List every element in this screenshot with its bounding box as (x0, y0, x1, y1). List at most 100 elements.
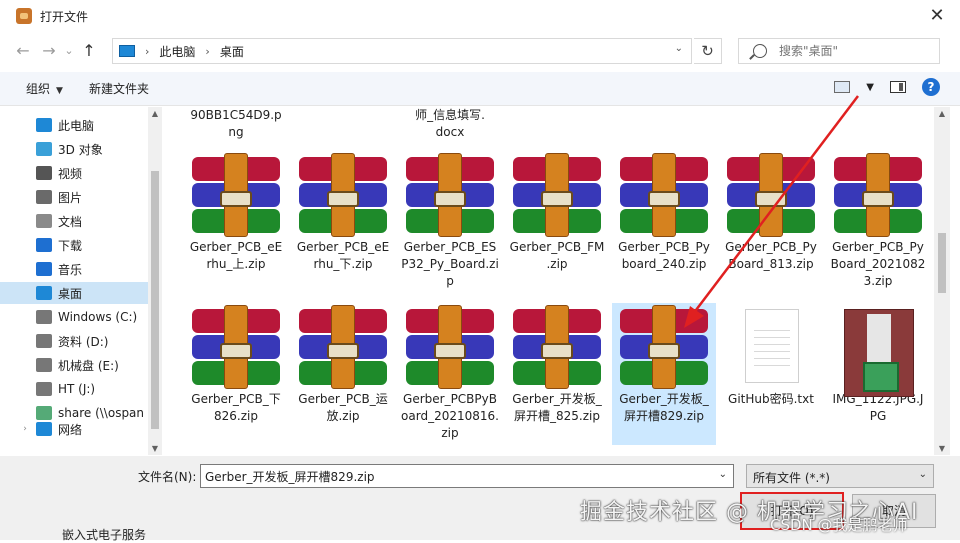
sidebar-item-label: 下载 (58, 238, 83, 253)
document-icon (36, 214, 52, 228)
file-item[interactable]: Gerber_开发板_ 屏开槽829.zip (612, 303, 716, 445)
file-item[interactable]: Gerber_PCB_FM .zip (505, 151, 609, 293)
file-item[interactable]: Gerber_PCB_Py board_240.zip (612, 151, 716, 293)
sidebar-item[interactable]: HT (J:) (0, 378, 148, 400)
command-toolbar: 组织 ▼ 新建文件夹 ▼ ? (0, 72, 960, 106)
sidebar-item-label: 音乐 (58, 262, 83, 277)
sidebar-scrollbar[interactable]: ▲ ▼ (148, 107, 162, 455)
breadcrumb-desktop[interactable]: 桌面 (220, 43, 244, 60)
computer-icon (119, 45, 135, 57)
recent-locations-button[interactable]: ⌄ (62, 38, 76, 64)
chevron-right-icon[interactable]: › (20, 424, 30, 434)
zip-archive-icon (297, 305, 389, 389)
sidebar-item-label: HT (J:) (58, 382, 96, 396)
sidebar-item[interactable]: 桌面 (0, 282, 148, 304)
drive-icon (36, 382, 52, 396)
file-item[interactable]: Gerber_PCB_运 放.zip (291, 303, 395, 445)
title-bar: 打开文件 ✕ (0, 0, 960, 32)
sidebar-item-label: 网络 (58, 422, 83, 437)
navigation-pane: ▲ ▼ 此电脑 3D 对象 视频 图片文档下载音乐桌面 Windows (C:) 资料 (… (0, 107, 162, 455)
sidebar-item-label: Windows (C:) (58, 310, 138, 324)
file-name: Gerber_PCBPyB oard_20210816. zip (401, 392, 499, 440)
forward-button[interactable]: → (36, 38, 62, 64)
filename-combobox[interactable]: ⌄ (200, 464, 734, 488)
breadcrumb-this-pc[interactable]: 此电脑 (159, 43, 195, 60)
drive-icon (36, 310, 52, 324)
zip-archive-icon (404, 305, 496, 389)
video-icon (36, 166, 52, 180)
file-item[interactable]: IMG_1122.JPG.J PG (826, 303, 930, 445)
search-input[interactable] (779, 44, 929, 58)
file-item[interactable]: Gerber_PCB_eE rhu_上.zip (184, 151, 288, 293)
file-name: Gerber_开发板_ 屏开槽_825.zip (512, 392, 602, 423)
sidebar-item[interactable]: › 网络 (0, 418, 148, 440)
sidebar-item[interactable]: Windows (C:) (0, 306, 148, 328)
sidebar-item-label: 机械盘 (E:) (58, 358, 119, 373)
file-item[interactable]: Gerber_PCBPyB oard_20210816. zip (398, 303, 502, 445)
file-list-scrollbar[interactable]: ▲ ▼ (934, 107, 950, 455)
sidebar-item[interactable]: 此电脑 (0, 114, 148, 136)
chevron-down-icon[interactable]: ⌄ (719, 469, 727, 480)
up-button[interactable]: ↑ (76, 38, 102, 64)
back-button[interactable]: ← (10, 38, 36, 64)
chevron-down-icon[interactable]: ⌄ (675, 43, 683, 54)
address-bar[interactable]: › 此电脑 › 桌面 ⌄ (112, 38, 692, 64)
filetype-select[interactable]: 所有文件 (*.*) ⌄ (746, 464, 934, 488)
scroll-up-icon[interactable]: ▲ (937, 109, 947, 118)
file-name: Gerber_PCB_FM .zip (509, 240, 605, 271)
new-folder-button[interactable]: 新建文件夹 (89, 80, 149, 97)
zip-archive-icon (404, 153, 496, 237)
scroll-down-icon[interactable]: ▼ (150, 444, 160, 453)
chevron-right-icon: › (205, 44, 210, 58)
filename-label: 文件名(N): (138, 470, 197, 484)
file-item[interactable]: Gerber_PCB_Py Board_813.zip (719, 151, 823, 293)
computer-icon (36, 118, 52, 132)
close-button[interactable]: ✕ (926, 6, 948, 26)
file-item[interactable]: 师_信息填写. docx (398, 107, 502, 141)
chevron-down-icon: ⌄ (918, 469, 927, 480)
file-item[interactable]: GitHub密码.txt (719, 303, 823, 445)
zip-archive-icon (618, 305, 710, 389)
sidebar-item[interactable]: 3D 对象 (0, 138, 148, 160)
file-list-scroll-thumb[interactable] (938, 233, 946, 293)
zip-archive-icon (511, 153, 603, 237)
change-view-icon[interactable] (834, 81, 851, 93)
filename-input[interactable] (201, 465, 701, 487)
music-icon (36, 262, 52, 276)
sidebar-item-label: 文档 (58, 214, 83, 229)
organize-label: 组织 (26, 82, 51, 96)
file-name: Gerber_PCB_eE rhu_下.zip (296, 240, 390, 271)
file-item[interactable]: 90BB1C54D9.p ng (184, 107, 288, 141)
sidebar-scroll-thumb[interactable] (151, 171, 159, 429)
sidebar-item[interactable]: 图片 (0, 186, 148, 208)
preview-pane-icon[interactable] (890, 81, 906, 93)
sidebar-item[interactable]: 音乐 (0, 258, 148, 280)
file-name: Gerber_PCB_下 826.zip (191, 392, 281, 423)
view-options-dropdown-icon[interactable]: ▼ (866, 82, 874, 93)
background-partial-text: 嵌入式电子服务 (62, 528, 147, 542)
sidebar-item[interactable]: 文档 (0, 210, 148, 232)
file-item[interactable]: Gerber_开发板_ 屏开槽_825.zip (505, 303, 609, 445)
file-name: Gerber_PCB_Py Board_813.zip (725, 240, 817, 271)
file-item[interactable]: Gerber_PCB_下 826.zip (184, 303, 288, 445)
file-item[interactable]: Gerber_PCB_ES P32_Py_Board.zi p (398, 151, 502, 293)
sidebar-item[interactable]: 视频 (0, 162, 148, 184)
help-icon[interactable]: ? (922, 78, 940, 96)
file-item[interactable]: Gerber_PCB_eE rhu_下.zip (291, 151, 395, 293)
refresh-button[interactable]: ↻ (694, 38, 722, 64)
sidebar-item[interactable]: 资料 (D:) (0, 330, 148, 352)
zip-archive-icon (190, 305, 282, 389)
file-name: Gerber_开发板_ 屏开槽829.zip (619, 392, 709, 423)
sidebar-item[interactable]: 机械盘 (E:) (0, 354, 148, 376)
file-name: GitHub密码.txt (728, 392, 814, 406)
search-box[interactable] (738, 38, 940, 64)
sidebar-item-label: 资料 (D:) (58, 334, 109, 349)
sidebar-item[interactable]: 下载 (0, 234, 148, 256)
sidebar-item-label: 桌面 (58, 286, 83, 301)
scroll-down-icon[interactable]: ▼ (937, 444, 947, 453)
file-item[interactable]: Gerber_PCB_Py Board_2021082 3.zip (826, 151, 930, 293)
chevron-right-icon: › (145, 44, 150, 58)
scroll-up-icon[interactable]: ▲ (150, 109, 160, 118)
image-file-icon (832, 309, 924, 397)
organize-button[interactable]: 组织 ▼ (26, 80, 63, 97)
